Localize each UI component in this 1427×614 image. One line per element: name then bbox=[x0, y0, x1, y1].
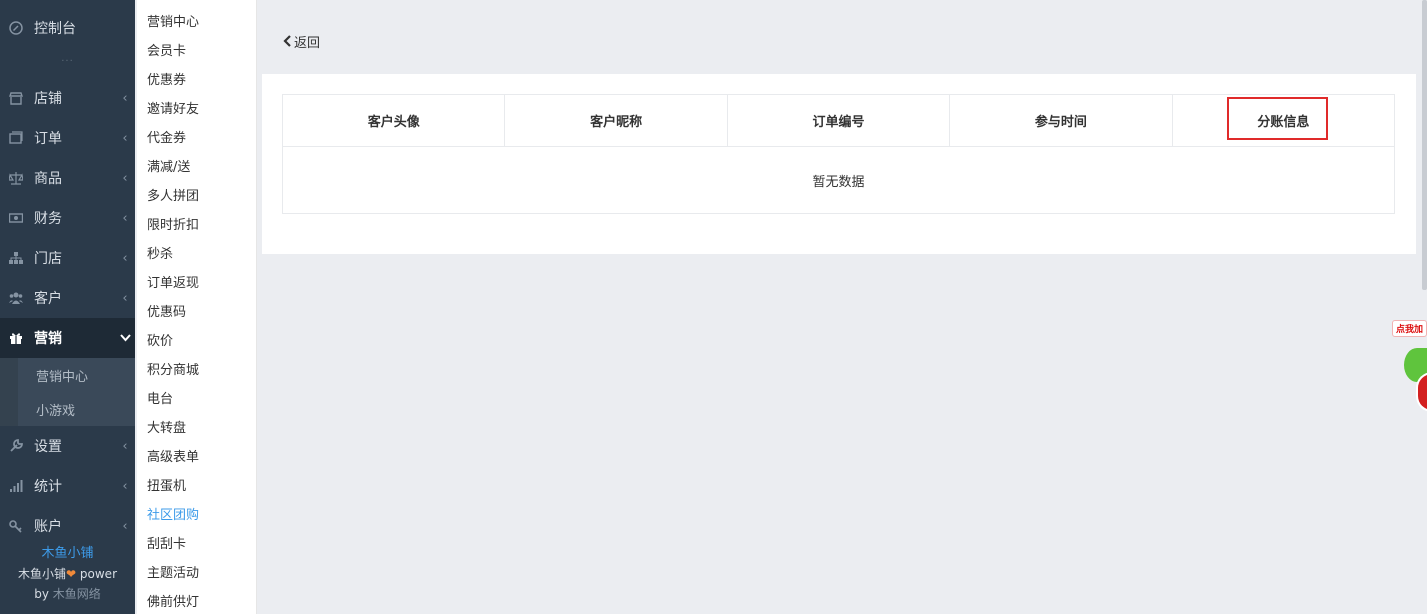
subnav-item[interactable]: 邀请好友 bbox=[147, 100, 199, 120]
nav-label: 门店 bbox=[34, 251, 62, 267]
column-header-order-no: 订单编号 bbox=[728, 95, 951, 146]
subnav-item[interactable]: 高级表单 bbox=[147, 448, 199, 468]
nav-item-settings[interactable]: 设置 ‹ bbox=[0, 426, 135, 466]
subnav-item[interactable]: 大转盘 bbox=[147, 419, 186, 439]
gift-icon bbox=[8, 330, 24, 346]
nav-label: 财务 bbox=[34, 211, 62, 227]
chevron-down-icon bbox=[115, 331, 135, 346]
chevron-left-icon: ‹ bbox=[122, 518, 128, 534]
sidebar-subitem-marketing-center[interactable]: 营销中心 bbox=[18, 358, 135, 392]
brand-name[interactable]: 木鱼小铺 bbox=[0, 544, 135, 564]
shop-icon bbox=[8, 90, 24, 106]
nav-label: 统计 bbox=[34, 479, 62, 495]
nav-label: 商品 bbox=[34, 171, 62, 187]
nav-item-marketing[interactable]: 营销 bbox=[0, 318, 135, 358]
nav-item-account[interactable]: 账户 ‹ bbox=[0, 506, 135, 546]
nav-label: 营销 bbox=[34, 331, 62, 347]
chevron-left-icon: ‹ bbox=[122, 438, 128, 454]
subnav-item[interactable]: 优惠券 bbox=[147, 71, 186, 91]
nav-label: 客户 bbox=[34, 291, 62, 307]
subnav-item[interactable]: 主题活动 bbox=[147, 564, 199, 584]
empty-state: 暂无数据 bbox=[812, 174, 865, 190]
chevron-left-icon: ‹ bbox=[122, 210, 128, 226]
brand-by-text: by bbox=[34, 587, 49, 601]
page-scrollbar[interactable] bbox=[1422, 0, 1427, 290]
chevron-left-icon: ‹ bbox=[122, 478, 128, 494]
column-header-nickname: 客户昵称 bbox=[505, 95, 728, 146]
chevron-left-icon: ‹ bbox=[122, 290, 128, 306]
subnav-item[interactable]: 扭蛋机 bbox=[147, 477, 186, 497]
heart-icon: ❤ bbox=[66, 567, 77, 581]
brand-company: 木鱼网络 bbox=[52, 587, 101, 601]
nav-item-dashboard[interactable]: 控制台 bbox=[0, 8, 135, 48]
column-header-join-time: 参与时间 bbox=[950, 95, 1173, 146]
order-icon bbox=[8, 130, 24, 146]
nav-label: 控制台 bbox=[34, 21, 76, 37]
widget-tag[interactable]: 点我加 bbox=[1392, 320, 1427, 337]
dashboard-icon bbox=[8, 20, 24, 36]
marketing-subnav: 营销中心 会员卡 优惠券 邀请好友 代金券 满减/送 多人拼团 限时折扣 秒杀 … bbox=[137, 0, 257, 614]
subnav-item[interactable]: 订单返现 bbox=[147, 274, 199, 294]
nav-label: 设置 bbox=[34, 439, 62, 455]
column-header-avatar: 客户头像 bbox=[283, 95, 506, 146]
subnav-item[interactable]: 秒杀 bbox=[147, 245, 173, 265]
subnav-item[interactable]: 多人拼团 bbox=[147, 187, 199, 207]
highlight-box bbox=[1226, 97, 1328, 140]
chevron-left-icon: ‹ bbox=[122, 250, 128, 266]
subnav-item[interactable]: 砍价 bbox=[147, 332, 173, 352]
table-header: 客户头像 客户昵称 订单编号 参与时间 分账信息 bbox=[283, 95, 1394, 147]
back-button[interactable]: 返回 bbox=[283, 27, 320, 55]
subnav-item[interactable]: 优惠码 bbox=[147, 303, 186, 323]
chevron-left-icon: ‹ bbox=[122, 90, 128, 106]
money-icon bbox=[8, 210, 24, 226]
nav-item-goods[interactable]: 商品 ‹ bbox=[0, 158, 135, 198]
column-header-split-info: 分账信息 bbox=[1173, 95, 1394, 146]
subnav-item[interactable]: 满减/送 bbox=[147, 158, 190, 178]
brand-power-name: 木鱼小铺 bbox=[18, 567, 67, 581]
main-sidebar: 控制台 ··· 店铺 ‹ 订单 ‹ 商品 ‹ 财务 ‹ 门店 ‹ 客户 ‹ 营销… bbox=[0, 0, 135, 614]
subnav-item[interactable]: 刮刮卡 bbox=[147, 535, 186, 555]
nav-item-order[interactable]: 订单 ‹ bbox=[0, 118, 135, 158]
subnav-item[interactable]: 限时折扣 bbox=[147, 216, 199, 236]
nav-item-store[interactable]: 门店 ‹ bbox=[0, 238, 135, 278]
collapse-dots[interactable]: ··· bbox=[0, 56, 135, 67]
key-icon bbox=[8, 518, 24, 534]
subnav-item[interactable]: 代金券 bbox=[147, 129, 186, 149]
content-panel: 客户头像 客户昵称 订单编号 参与时间 分账信息 暂无数据 bbox=[262, 74, 1416, 254]
brand-footer: 木鱼小铺 木鱼小铺❤ power by 木鱼网络 bbox=[0, 544, 135, 604]
split-records-table: 客户头像 客户昵称 订单编号 参与时间 分账信息 暂无数据 bbox=[282, 94, 1395, 214]
subnav-item[interactable]: 营销中心 bbox=[147, 13, 199, 33]
brand-power-line: 木鱼小铺❤ power bbox=[0, 564, 135, 584]
sitemap-icon bbox=[8, 250, 24, 266]
sidebar-subitem-mini-games[interactable]: 小游戏 bbox=[18, 392, 135, 426]
scale-icon bbox=[8, 170, 24, 186]
chevron-left-icon bbox=[283, 32, 292, 51]
nav-label: 订单 bbox=[34, 131, 62, 147]
nav-label: 店铺 bbox=[34, 91, 62, 107]
wrench-icon bbox=[8, 438, 24, 454]
nav-label: 账户 bbox=[34, 519, 62, 535]
nav-item-statistics[interactable]: 统计 ‹ bbox=[0, 466, 135, 506]
nav-item-shop[interactable]: 店铺 ‹ bbox=[0, 78, 135, 118]
subnav-item[interactable]: 电台 bbox=[147, 390, 173, 410]
chevron-left-icon: ‹ bbox=[122, 170, 128, 186]
subnav-item[interactable]: 会员卡 bbox=[147, 42, 186, 62]
brand-power-text: power bbox=[79, 567, 117, 581]
brand-by-line: by 木鱼网络 bbox=[0, 584, 135, 604]
chevron-left-icon: ‹ bbox=[122, 130, 128, 146]
users-icon bbox=[8, 290, 24, 306]
nav-item-customer[interactable]: 客户 ‹ bbox=[0, 278, 135, 318]
subnav-item[interactable]: 积分商城 bbox=[147, 361, 199, 381]
subnav-item[interactable]: 佛前供灯 bbox=[147, 593, 199, 613]
floating-ad-widget[interactable]: 点我加 bbox=[1390, 316, 1427, 416]
subnav-item-active[interactable]: 社区团购 bbox=[147, 506, 199, 526]
nav-item-finance[interactable]: 财务 ‹ bbox=[0, 198, 135, 238]
signal-icon bbox=[8, 478, 24, 494]
back-label: 返回 bbox=[294, 35, 321, 51]
